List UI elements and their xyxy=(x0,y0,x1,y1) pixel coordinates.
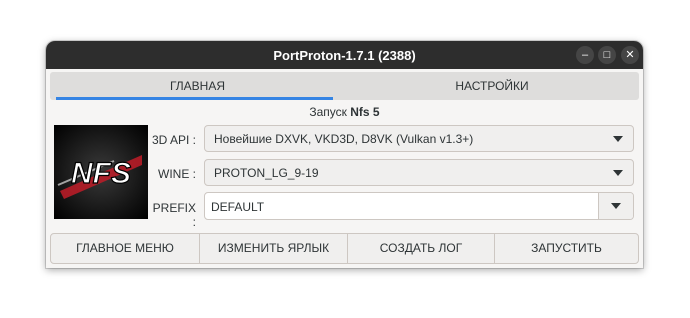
maximize-icon: □ xyxy=(603,49,611,61)
edit-shortcut-button[interactable]: ИЗМЕНИТЬ ЯРЛЫК xyxy=(199,234,347,263)
wine-select[interactable]: PROTON_LG_9-19 xyxy=(204,159,634,186)
chevron-down-icon xyxy=(611,203,621,209)
wine-label: WINE : xyxy=(158,167,196,181)
launch-caption: Запуск Nfs 5 xyxy=(46,105,643,119)
window-title: PortProton-1.7.1 (2388) xyxy=(273,48,416,63)
title-bar[interactable]: PortProton-1.7.1 (2388) – □ ✕ xyxy=(46,41,643,69)
close-button[interactable]: ✕ xyxy=(621,46,639,64)
game-name: Nfs 5 xyxy=(350,105,380,119)
api-select[interactable]: Новейшие DXVK, VKD3D, D8VK (Vulkan v1.3+… xyxy=(204,125,634,152)
tab-main[interactable]: ГЛАВНАЯ xyxy=(50,72,345,100)
tab-settings[interactable]: НАСТРОЙКИ xyxy=(345,72,639,100)
api-label: 3D API : xyxy=(151,133,196,147)
prefix-combo-entry[interactable]: DEFAULT xyxy=(204,192,634,220)
launch-prefix: Запуск xyxy=(309,105,347,119)
api-value: Новейшие DXVK, VKD3D, D8VK (Vulkan v1.3+… xyxy=(214,132,474,146)
prefix-label: PREFIX : xyxy=(152,201,196,229)
logo-text: NFS xyxy=(71,157,131,190)
tab-bar: ГЛАВНАЯ НАСТРОЙКИ xyxy=(50,72,639,100)
create-log-button[interactable]: СОЗДАТЬ ЛОГ xyxy=(347,234,494,263)
chevron-down-icon xyxy=(613,136,623,142)
maximize-button[interactable]: □ xyxy=(598,46,616,64)
game-logo: NFS xyxy=(54,125,148,219)
chevron-down-icon xyxy=(613,170,623,176)
action-bar: ГЛАВНОЕ МЕНЮ ИЗМЕНИТЬ ЯРЛЫК СОЗДАТЬ ЛОГ … xyxy=(50,233,639,264)
close-icon: ✕ xyxy=(625,49,635,61)
app-window: PortProton-1.7.1 (2388) – □ ✕ ГЛАВНАЯ НА… xyxy=(46,41,643,268)
minimize-button[interactable]: – xyxy=(576,46,594,64)
main-menu-button[interactable]: ГЛАВНОЕ МЕНЮ xyxy=(51,234,199,263)
active-tab-indicator xyxy=(56,97,333,100)
prefix-value[interactable]: DEFAULT xyxy=(211,200,264,214)
minimize-icon: – xyxy=(581,49,589,61)
wine-value: PROTON_LG_9-19 xyxy=(214,166,319,180)
nfs-logo-icon: NFS xyxy=(57,155,142,199)
launch-button[interactable]: ЗАПУСТИТЬ xyxy=(494,234,638,263)
